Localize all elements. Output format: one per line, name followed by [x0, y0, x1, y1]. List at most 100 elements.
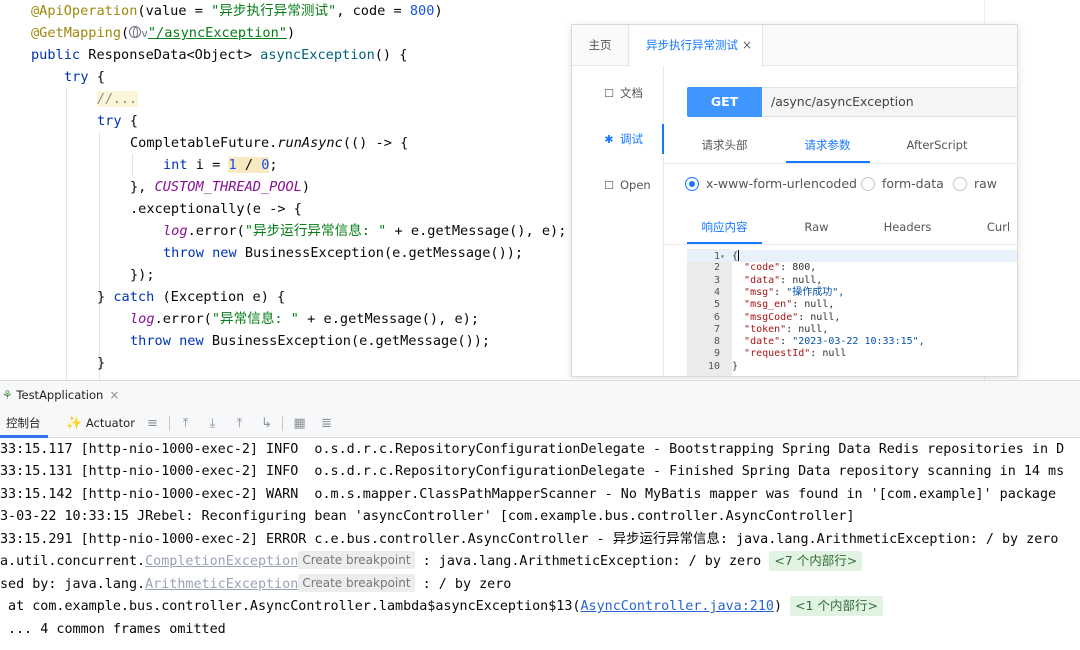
api-debug-panel: 主页 异步执行异常测试 × ☐ 文档 ✱ 调试 ☐ Open GET /async/as… [571, 24, 1018, 377]
radio-x-www-form-urlencoded[interactable]: x-www-form-urlencoded [685, 175, 857, 193]
console-line: ... 4 common frames omitted [0, 622, 226, 637]
console-line: 33:15.291 [http-nio-1000-exec-2] ERROR c… [0, 532, 1059, 547]
response-line: 6 "msgCode": null, [713, 311, 841, 323]
divider [664, 244, 1017, 245]
run-tab-test-application[interactable]: ⚘ TestApplication × [0, 381, 119, 410]
collapsed-frames-badge[interactable]: <7 个内部行> [769, 551, 863, 571]
toolbar-separator [282, 416, 283, 431]
radio-unchecked-icon [861, 177, 875, 191]
source-file-link[interactable]: AsyncController.java:210 [580, 599, 773, 614]
console-line: 33:15.142 [http-nio-1000-exec-2] WARN o.… [0, 487, 1057, 502]
step-into-icon[interactable]: ⤓ [204, 415, 221, 432]
code-line-12: throw new BusinessException(e.getMessage… [163, 245, 524, 261]
radio-checked-icon [685, 177, 699, 191]
tab-response-raw[interactable]: Raw [779, 210, 854, 244]
code-line-16: throw new BusinessException(e.getMessage… [130, 333, 491, 349]
tab-console[interactable]: 控制台 [6, 409, 41, 438]
response-line: 3 "data": null, [713, 274, 823, 286]
tab-request-headers[interactable]: 请求头部 [687, 128, 762, 162]
document-icon: ☐ [604, 87, 614, 100]
step-out-icon[interactable]: ⤒ [231, 415, 248, 432]
collapsed-frames-badge[interactable]: <1 个内部行> [790, 596, 883, 616]
request-url-input[interactable]: /async/asyncException [762, 87, 1017, 117]
run-tab-label: TestApplication [16, 388, 104, 402]
sidebar-item-label: 文档 [620, 86, 643, 100]
response-line: 4 "msg": "操作成功", [713, 286, 845, 298]
console-line: 33:15.117 [http-nio-1000-exec-2] INFO o.… [0, 442, 1065, 457]
code-line-15: log.error("异常信息: " + e.getMessage(), e); [130, 311, 480, 327]
table-icon[interactable]: ▦ [291, 415, 308, 432]
console-output[interactable]: 33:15.117 [http-nio-1000-exec-2] INFO o.… [0, 438, 1080, 650]
run-window-header: ⚘ TestApplication × [0, 380, 1080, 409]
console-line: 33:15.131 [http-nio-1000-exec-2] INFO o.… [0, 464, 1065, 479]
evaluate-icon[interactable]: ≣ [318, 415, 335, 432]
console-line: sed by: java.lang.ArithmeticException Cre… [0, 574, 512, 592]
tab-after-script[interactable]: AfterScript [892, 128, 982, 162]
close-icon[interactable]: × [742, 25, 752, 66]
sidebar-item-docs[interactable]: ☐ 文档 [572, 78, 664, 108]
code-line-1: @ApiOperation(value = "异步执行异常测试", code =… [31, 3, 443, 19]
toolbar-separator [169, 416, 170, 431]
console-line: at com.example.bus.controller.AsyncContr… [0, 596, 883, 618]
globe-icon[interactable] [129, 26, 142, 38]
run-toolbar: 控制台 ✨ Actuator ≡ ⤒ ⤓ ⤒ ↳ ▦ ≣ [0, 409, 1080, 438]
code-line-8: int i = 1 / 0; [163, 157, 278, 173]
code-line-9: }, CUSTOM_THREAD_POOL) [130, 179, 311, 195]
tab-actuator[interactable]: ✨ Actuator [66, 409, 135, 438]
code-line-17: } [97, 355, 106, 371]
radio-raw[interactable]: raw [953, 175, 997, 193]
exception-link[interactable]: CompletionException [145, 554, 298, 569]
sidebar-item-open[interactable]: ☐ Open [572, 170, 664, 200]
tab-response-curl[interactable]: Curl [961, 210, 1017, 244]
response-line: 5 "msg_en": null, [713, 299, 835, 311]
response-json-viewer[interactable]: 1▾{2 "code": 800, 3 "data": null, 4 "msg":… [687, 249, 1017, 376]
code-line-14: } catch (Exception e) { [97, 289, 286, 305]
indent-guide [66, 88, 67, 380]
tab-request-params[interactable]: 请求参数 [790, 128, 865, 162]
create-breakpoint-button[interactable]: Create breakpoint [298, 574, 415, 592]
step-over-icon[interactable]: ⤒ [177, 415, 194, 432]
response-line: 7 "token": null, [713, 323, 829, 335]
indent-guide [99, 132, 100, 380]
exception-link[interactable]: ArithmeticException [145, 577, 298, 592]
code-line-5: //... [97, 91, 138, 107]
tab-response-headers[interactable]: Headers [870, 210, 945, 244]
tab-async-exception-test[interactable]: 异步执行异常测试 × [630, 25, 763, 67]
sidebar-item-label: Open [620, 178, 651, 192]
panel-tabbar: 主页 异步执行异常测试 × [572, 25, 1017, 67]
tab-response-content[interactable]: 响应内容 [687, 210, 762, 244]
code-line-13: }); [130, 267, 155, 283]
sidebar-item-debug[interactable]: ✱ 调试 [572, 124, 664, 154]
close-icon[interactable]: × [109, 388, 119, 402]
chevron-down-icon[interactable]: v [141, 27, 148, 40]
console-line: 3-03-22 10:33:15 JRebel: Reconfiguring b… [0, 509, 855, 524]
tab-home[interactable]: 主页 [572, 25, 629, 66]
panel-sidebar: ☐ 文档 ✱ 调试 ☐ Open [572, 66, 664, 376]
tab-label: 异步执行异常测试 [646, 38, 738, 52]
code-line-11: log.error("异步运行异常信息: " + e.getMessage(),… [163, 223, 567, 239]
mapping-url-link[interactable]: "/asyncException" [148, 25, 287, 41]
sidebar-item-label: 调试 [620, 132, 643, 146]
response-line: 10} [707, 360, 739, 372]
code-line-7: CompletableFuture.runAsync(() -> { [130, 135, 409, 151]
create-breakpoint-button[interactable]: Create breakpoint [298, 551, 415, 569]
menu-icon[interactable]: ≡ [144, 415, 161, 432]
code-line-6: try { [97, 113, 138, 129]
radio-unchecked-icon [953, 177, 967, 191]
file-icon: ☐ [604, 179, 614, 192]
spring-leaf-icon: ⚘ [2, 388, 13, 402]
actuator-icon: ✨ [66, 416, 83, 431]
text-caret [738, 250, 740, 261]
code-line-2: @GetMapping(v"/asyncException") [31, 25, 296, 41]
code-line-4: try { [64, 69, 105, 85]
code-line-10: .exceptionally(e -> { [130, 201, 302, 217]
code-line-3: public ResponseData<Object> asyncExcepti… [31, 47, 408, 63]
run-to-cursor-icon[interactable]: ↳ [258, 415, 275, 432]
console-line: a.util.concurrent.CompletionException Cre… [0, 551, 863, 573]
response-line: 1▾{ [713, 250, 740, 262]
indent-guide [132, 154, 133, 176]
response-line: 8 "date": "2023-03-22 10:33:15", [713, 336, 925, 348]
radio-form-data[interactable]: form-data [861, 175, 944, 193]
response-line: 9 "requestId": null [713, 348, 847, 360]
http-method-button[interactable]: GET [687, 87, 762, 117]
